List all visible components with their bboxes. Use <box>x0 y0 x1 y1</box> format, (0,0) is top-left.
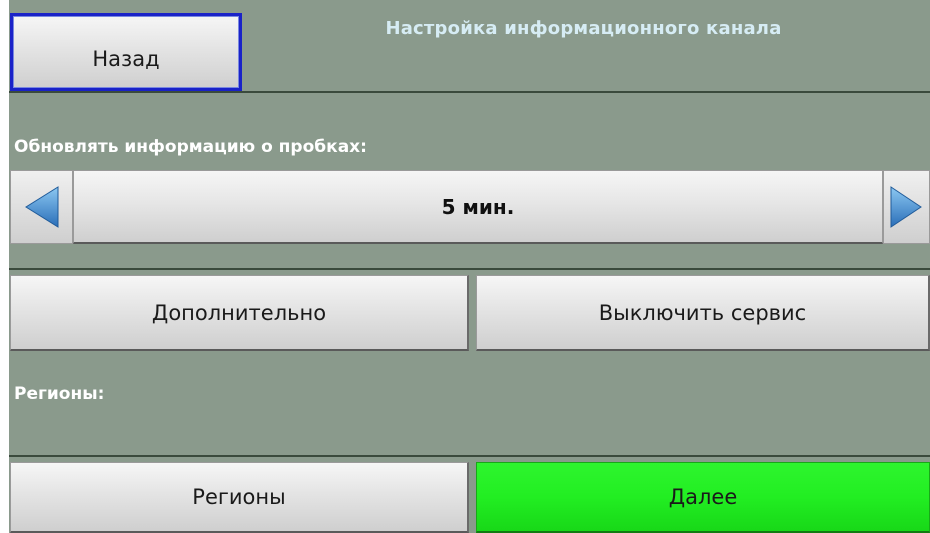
regions-label: Регионы: <box>14 384 105 404</box>
arrow-left-icon <box>24 186 58 228</box>
next-button[interactable]: Далее <box>476 462 930 533</box>
update-interval-label: Обновлять информацию о пробках: <box>14 137 367 157</box>
increase-interval-button[interactable] <box>883 170 930 244</box>
update-interval-value: 5 мин. <box>73 170 883 244</box>
decrease-interval-button[interactable] <box>10 170 73 244</box>
regions-button[interactable]: Регионы <box>10 462 469 533</box>
more-settings-button[interactable]: Дополнительно <box>10 275 469 351</box>
disable-service-button[interactable]: Выключить сервис <box>476 275 930 351</box>
back-button[interactable]: Назад <box>10 13 242 91</box>
page-title: Настройка информационного канала <box>385 18 782 39</box>
section-divider-1 <box>9 268 930 270</box>
section-divider-2 <box>9 455 930 457</box>
screen-edge <box>0 0 9 533</box>
traffic-channel-settings-screen: Назад Настройка информационного канала О… <box>0 0 930 533</box>
arrow-right-icon <box>890 186 922 228</box>
header-divider <box>9 91 930 93</box>
